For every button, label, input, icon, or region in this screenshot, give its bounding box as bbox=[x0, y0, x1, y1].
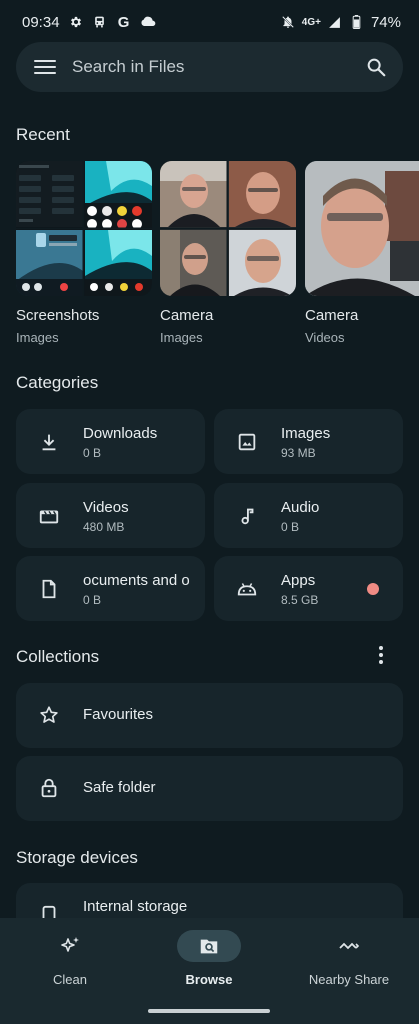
category-name: Audio bbox=[281, 499, 320, 516]
category-size: 0 B bbox=[281, 520, 300, 534]
notification-dot bbox=[367, 583, 379, 595]
recent-name: Camera bbox=[305, 307, 359, 324]
category-size: 0 B bbox=[83, 593, 102, 607]
status-bar: 09:34 G 4G+ 74% bbox=[0, 0, 419, 44]
category-apps[interactable]: Apps 8.5 GB bbox=[214, 556, 403, 621]
collection-favourites[interactable]: Favourites bbox=[16, 683, 403, 748]
category-downloads[interactable]: Downloads 0 B bbox=[16, 409, 205, 474]
cloud-icon bbox=[140, 14, 156, 30]
signal-icon bbox=[327, 14, 343, 30]
collections-title: Collections bbox=[16, 647, 100, 666]
category-documents[interactable]: ocuments and o 0 B bbox=[16, 556, 205, 621]
category-videos[interactable]: Videos 480 MB bbox=[16, 483, 205, 548]
screenshots-thumbnail[interactable] bbox=[16, 161, 152, 296]
clapperboard-icon bbox=[38, 505, 60, 527]
network-type: 4G+ bbox=[301, 16, 321, 28]
star-icon bbox=[38, 704, 60, 726]
category-size: 480 MB bbox=[83, 520, 125, 534]
category-audio[interactable]: Audio 0 B bbox=[214, 483, 403, 548]
train-icon bbox=[92, 14, 108, 30]
search-icon[interactable] bbox=[365, 56, 387, 78]
category-name: Videos bbox=[83, 499, 129, 516]
collection-name: Favourites bbox=[83, 706, 154, 723]
google-icon: G bbox=[117, 13, 130, 31]
category-size: 93 MB bbox=[281, 446, 316, 460]
nav-label: Browse bbox=[185, 972, 233, 987]
image-icon bbox=[236, 431, 258, 453]
collection-safe-folder[interactable]: Safe folder bbox=[16, 756, 403, 821]
download-icon bbox=[38, 431, 60, 453]
battery-icon bbox=[349, 14, 365, 30]
nearby-share-icon[interactable] bbox=[317, 930, 381, 962]
category-name: Images bbox=[281, 425, 331, 442]
recent-camera-videos[interactable] bbox=[305, 161, 419, 296]
search-bar[interactable]: Search in Files bbox=[16, 42, 403, 92]
lock-icon bbox=[38, 777, 60, 799]
storage-name: Internal storage bbox=[83, 898, 188, 915]
category-images[interactable]: Images 93 MB bbox=[214, 409, 403, 474]
android-icon bbox=[236, 578, 258, 600]
recent-type: Videos bbox=[305, 330, 345, 345]
nav-label: Nearby Share bbox=[308, 972, 390, 987]
search-placeholder[interactable]: Search in Files bbox=[72, 57, 365, 77]
mute-icon bbox=[280, 14, 296, 30]
more-options-icon[interactable] bbox=[375, 645, 387, 665]
recent-type: Images bbox=[160, 330, 203, 345]
sparkle-icon[interactable] bbox=[38, 930, 102, 962]
gesture-handle[interactable] bbox=[148, 1009, 270, 1013]
storage-title: Storage devices bbox=[16, 848, 138, 867]
recent-name: Screenshots bbox=[16, 307, 100, 324]
category-size: 0 B bbox=[83, 446, 102, 460]
recent-type: Images bbox=[16, 330, 59, 345]
recent-screenshots[interactable] bbox=[16, 161, 152, 296]
document-icon bbox=[38, 578, 60, 600]
nav-clean[interactable]: Clean bbox=[0, 930, 140, 987]
category-size: 8.5 GB bbox=[281, 593, 319, 607]
browse-icon[interactable] bbox=[177, 930, 241, 962]
recent-name: Camera bbox=[160, 307, 214, 324]
settings-icon bbox=[68, 14, 84, 30]
categories-title: Categories bbox=[16, 373, 99, 392]
recent-camera-images[interactable] bbox=[160, 161, 296, 296]
camera-videos-thumbnail[interactable] bbox=[305, 161, 419, 296]
camera-images-thumbnail[interactable] bbox=[160, 161, 296, 296]
menu-icon[interactable] bbox=[34, 56, 56, 78]
music-note-icon bbox=[236, 505, 258, 527]
collection-name: Safe folder bbox=[83, 779, 156, 796]
nav-label: Clean bbox=[53, 972, 87, 987]
battery-percent: 74% bbox=[370, 13, 401, 31]
status-time: 09:34 bbox=[22, 13, 60, 31]
category-name: Downloads bbox=[83, 425, 158, 442]
nav-nearby-share[interactable]: Nearby Share bbox=[279, 930, 419, 987]
recent-title: Recent bbox=[16, 125, 70, 144]
category-name: ocuments and o bbox=[83, 572, 190, 589]
nav-browse[interactable]: Browse bbox=[139, 930, 279, 987]
